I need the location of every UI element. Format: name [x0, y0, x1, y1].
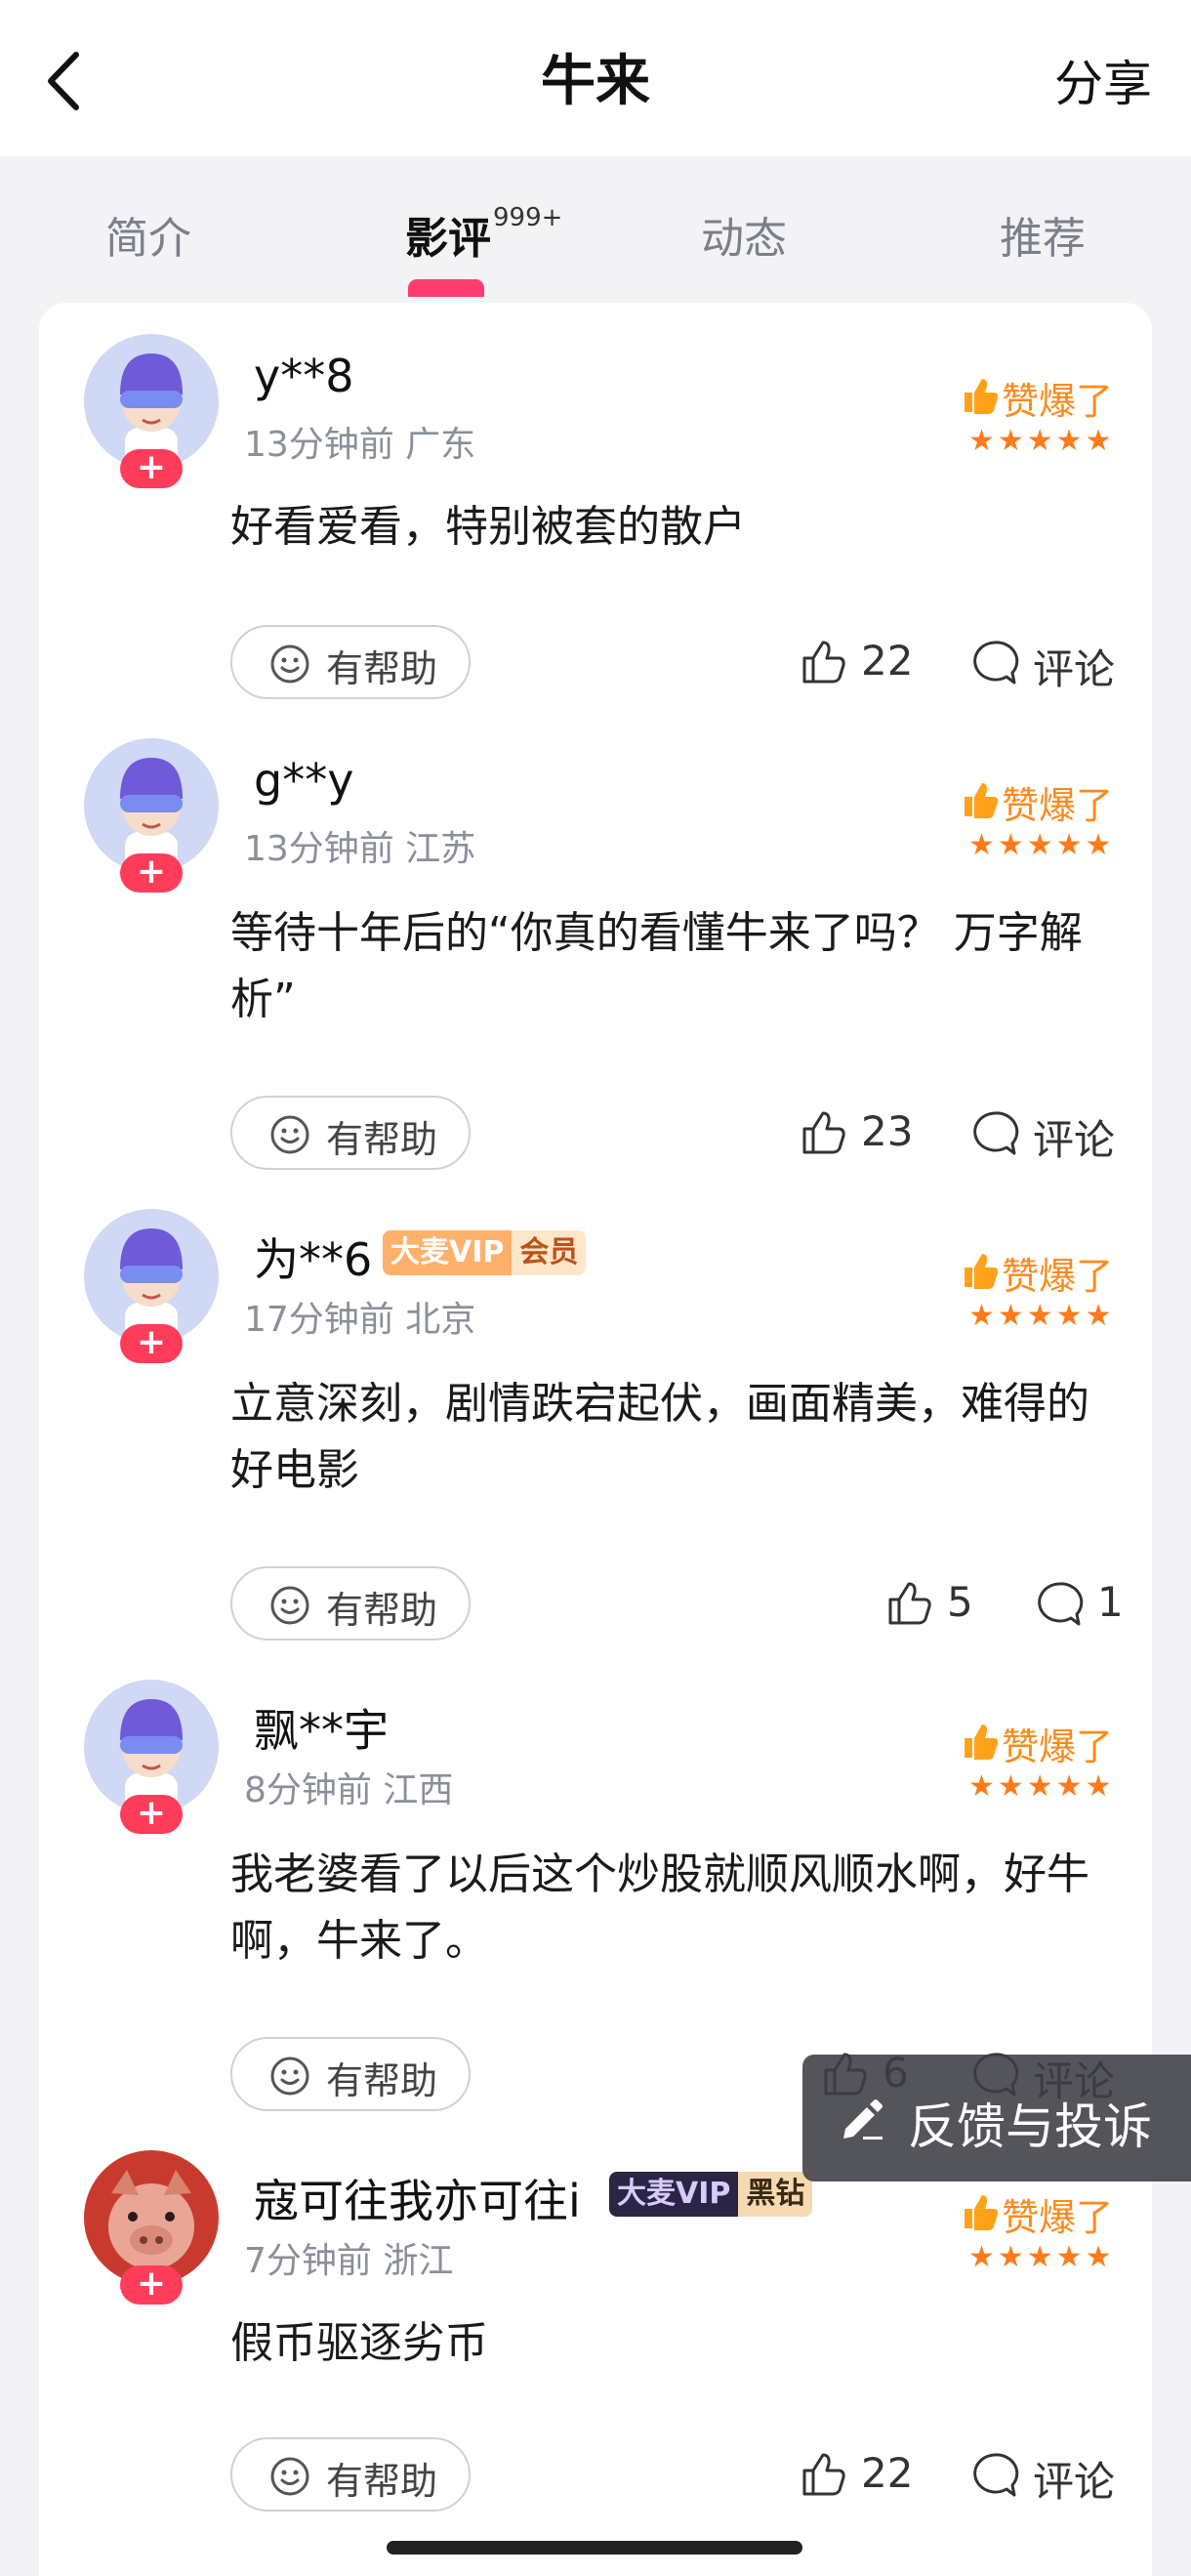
- vip-badge: 大麦VIP 会员: [383, 1230, 587, 1275]
- comment-icon[interactable]: [970, 639, 1019, 687]
- review-content[interactable]: 等待十年后的“你真的看懂牛来了吗？ 万字解析”: [230, 900, 1109, 1033]
- review-meta: 17分钟前 北京: [244, 1291, 475, 1342]
- smile-icon: [270, 644, 309, 684]
- feedback-label: 反馈与投诉: [908, 2098, 1152, 2155]
- review-region: 广东: [405, 425, 476, 465]
- active-tab-indicator: [408, 279, 484, 297]
- tab-recommend[interactable]: 推荐: [1000, 203, 1086, 266]
- helpful-label: 有帮助: [326, 1589, 438, 1632]
- helpful-button[interactable]: 有帮助: [230, 625, 471, 699]
- rating-stars: ★★★★★: [968, 1299, 1115, 1333]
- like-icon[interactable]: [799, 637, 849, 687]
- rating-label: 赞爆了: [1002, 1255, 1114, 1298]
- rating-stars: ★★★★★: [968, 1769, 1115, 1804]
- like-icon[interactable]: [884, 1578, 935, 1629]
- comment-button[interactable]: 评论: [1033, 1107, 1115, 1167]
- review-meta: 13分钟前 广东: [244, 416, 475, 467]
- like-count: 22: [861, 2449, 914, 2497]
- follow-plus-icon[interactable]: +: [120, 1324, 183, 1363]
- smile-icon: [270, 2457, 309, 2496]
- review-meta: 7分钟前 浙江: [244, 2232, 453, 2283]
- helpful-button[interactable]: 有帮助: [230, 2437, 471, 2512]
- username[interactable]: 寇可往我亦可往i: [254, 2166, 581, 2230]
- share-button[interactable]: 分享: [1054, 45, 1152, 115]
- vip-brand: 大麦VIP: [383, 1230, 513, 1275]
- rating-stars: ★★★★★: [968, 2240, 1115, 2274]
- thumbs-up-rating-icon: [965, 1254, 999, 1289]
- page-title: 牛来: [541, 50, 650, 113]
- helpful-button[interactable]: 有帮助: [230, 1566, 471, 1641]
- review-region: 江西: [383, 1770, 454, 1810]
- like-icon[interactable]: [799, 2449, 849, 2500]
- home-indicator: [387, 2541, 802, 2555]
- tab-updates[interactable]: 动态: [701, 203, 787, 266]
- review-time: 13分钟前: [244, 425, 394, 465]
- edit-pencil-icon: [843, 2099, 883, 2140]
- feedback-complaint-button[interactable]: 反馈与投诉: [802, 2055, 1191, 2181]
- username[interactable]: 飘**宇: [254, 1695, 389, 1760]
- rating-label: 赞爆了: [1002, 1725, 1114, 1768]
- username[interactable]: g**y: [254, 754, 353, 807]
- review-meta: 8分钟前 江西: [244, 1762, 453, 1812]
- follow-plus-icon[interactable]: +: [120, 2265, 183, 2305]
- follow-plus-icon[interactable]: +: [120, 1795, 183, 1834]
- follow-plus-icon[interactable]: +: [120, 853, 183, 893]
- comment-icon[interactable]: [970, 1109, 1019, 1158]
- review-content[interactable]: 假币驱逐劣币: [230, 2310, 1109, 2377]
- helpful-label: 有帮助: [326, 2460, 438, 2503]
- review-region: 江苏: [405, 829, 476, 869]
- thumbs-up-rating-icon: [965, 783, 999, 818]
- vip-tier: 会员: [512, 1230, 587, 1275]
- review-time: 13分钟前: [244, 829, 394, 869]
- smile-icon: [270, 1586, 309, 1625]
- comment-count[interactable]: 1: [1097, 1578, 1124, 1626]
- review-meta: 13分钟前 江苏: [244, 820, 475, 871]
- review-content[interactable]: 我老婆看了以后这个炒股就顺风顺水啊，好牛啊，牛来了。: [230, 1842, 1109, 1974]
- tab-intro[interactable]: 简介: [105, 203, 191, 266]
- review-region: 北京: [405, 1300, 476, 1340]
- like-count: 22: [861, 637, 914, 685]
- vip-tier: 黑钻: [738, 2172, 813, 2217]
- thumbs-up-rating-icon: [965, 2195, 999, 2230]
- thumbs-up-rating-icon: [965, 1724, 999, 1760]
- helpful-button[interactable]: 有帮助: [230, 1096, 471, 1170]
- top-nav-bar: 牛来 分享: [0, 0, 1191, 156]
- like-icon[interactable]: [799, 1107, 849, 1158]
- review-time: 7分钟前: [244, 2241, 372, 2281]
- like-count: 5: [947, 1578, 973, 1626]
- rating-label: 赞爆了: [1002, 784, 1114, 827]
- comment-button[interactable]: 评论: [1033, 2449, 1115, 2509]
- review-region: 浙江: [383, 2241, 454, 2281]
- smile-icon: [270, 1115, 309, 1154]
- review-time: 8分钟前: [244, 1770, 372, 1810]
- helpful-button[interactable]: 有帮助: [230, 2037, 471, 2111]
- follow-plus-icon[interactable]: +: [120, 449, 183, 488]
- vip-badge: 大麦VIP 黑钻: [609, 2172, 813, 2217]
- comment-button[interactable]: 评论: [1033, 637, 1115, 696]
- reviews-list: + y**8 13分钟前 广东 赞爆了 ★★★★★ 好看爱看，特别被套的散户 有…: [39, 303, 1152, 2576]
- username[interactable]: 为**6: [254, 1225, 372, 1289]
- review-content[interactable]: 立意深刻，剧情跌宕起伏，画面精美，难得的好电影: [230, 1371, 1109, 1504]
- review-time: 17分钟前: [244, 1300, 394, 1340]
- comment-icon[interactable]: [970, 2451, 1019, 2500]
- like-count: 23: [861, 1107, 914, 1155]
- smile-icon: [270, 2057, 309, 2096]
- thumbs-up-rating-icon: [965, 379, 999, 414]
- rating-label: 赞爆了: [1002, 2196, 1114, 2239]
- reviews-count-badge: 999+: [493, 203, 563, 232]
- username[interactable]: y**8: [254, 350, 354, 402]
- vip-brand: 大麦VIP: [609, 2172, 739, 2217]
- review-content[interactable]: 好看爱看，特别被套的散户: [230, 494, 1109, 561]
- rating-stars: ★★★★★: [968, 828, 1115, 862]
- rating-label: 赞爆了: [1002, 380, 1114, 423]
- rating-stars: ★★★★★: [968, 424, 1115, 458]
- comment-icon[interactable]: [1035, 1580, 1084, 1629]
- helpful-label: 有帮助: [326, 1118, 438, 1161]
- helpful-label: 有帮助: [326, 647, 438, 690]
- tab-bar: 简介 影评 999+ 动态 推荐: [0, 156, 1191, 303]
- helpful-label: 有帮助: [326, 2059, 438, 2102]
- tab-reviews[interactable]: 影评: [405, 203, 491, 266]
